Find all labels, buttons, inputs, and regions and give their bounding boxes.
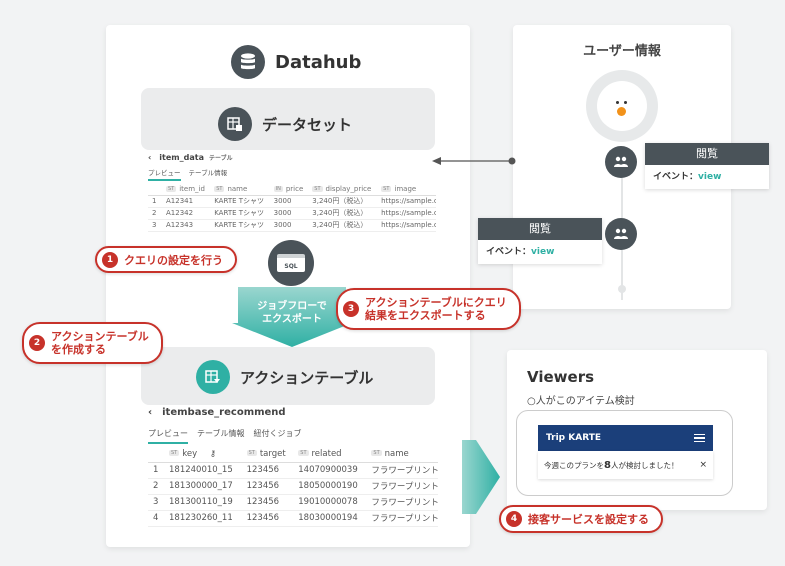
dataset-table: ST item_id ST name IN price ST display_price…: [148, 183, 436, 232]
dataset-table-header: ‹ item_data テーブル: [148, 153, 233, 162]
callout-step-4: 4 接客サービスを設定する: [499, 505, 663, 533]
column-header: ST display_price: [312, 184, 372, 193]
view-event-label: 閲覧: [645, 143, 769, 165]
tab-table-info[interactable]: テーブル情報: [189, 167, 228, 181]
action-table-name: itembase_recommend: [162, 407, 286, 418]
action-table: ST key ⚷ ST target ST related ST name 1 18124…: [148, 446, 438, 527]
avatar-eye-left: [616, 101, 619, 104]
view-event-detail: イベント：view: [653, 172, 722, 182]
dataset-tabs: プレビュー テーブル情報: [148, 167, 227, 181]
table-row: 2 181300000_17 123456 18050000190 フラワープリント: [148, 478, 438, 494]
column-header: ST image: [381, 184, 417, 193]
connector-arrow: [432, 157, 516, 165]
database-icon: [231, 45, 265, 79]
column-header: ST target: [246, 448, 286, 459]
sql-icon: SQL: [268, 240, 314, 286]
viewers-message: 今週このプランを8人が検討しました！: [544, 459, 679, 471]
column-header: ST key ⚷: [169, 448, 217, 459]
view-event-box: 閲覧 イベント：view: [478, 218, 602, 264]
back-chevron-icon[interactable]: ‹: [148, 153, 151, 162]
export-label: ジョブフローで エクスポート: [257, 301, 327, 325]
column-header: ST name: [371, 448, 409, 459]
action-table-tabs: プレビュー テーブル情報 紐付くジョブ: [148, 428, 302, 444]
dataset-title: データセット: [262, 115, 353, 134]
table-row: 4 181230260_11 123456 18030000194 フラワープリント: [148, 510, 438, 526]
datahub-header: Datahub: [231, 45, 361, 79]
timeline-end-dot: [618, 285, 626, 293]
callout-step-1: 1 クエリの設定を行う: [95, 246, 237, 273]
viewers-title: Viewers: [527, 368, 595, 386]
table-header-row: ST item_id ST name IN price ST display_price…: [148, 183, 436, 195]
deliver-arrow: [462, 440, 500, 514]
view-event-label: 閲覧: [478, 218, 602, 240]
hamburger-menu-icon[interactable]: [694, 433, 705, 443]
table-row: 1 181240010_15 123456 14070900039 フラワープリント: [148, 462, 438, 478]
column-header: ST name: [214, 184, 248, 193]
table-row: 1 A12341 KARTE Tシャツ 3000 3,240円（税込） https://s…: [148, 195, 436, 207]
dataset-header: データセット: [218, 107, 352, 141]
tab-preview[interactable]: プレビュー: [148, 428, 188, 444]
dataset-icon: [218, 107, 252, 141]
action-table-title: アクションテーブル: [240, 368, 374, 387]
key-icon: ⚷: [209, 448, 217, 459]
callout-step-3: 3 アクションテーブルにクエリ 結果をエクスポートする: [336, 288, 521, 330]
trip-karte-header: Trip KARTE: [538, 425, 713, 451]
action-table-header: アクションテーブル: [196, 360, 373, 394]
action-table-name-row: ‹ itembase_recommend: [148, 407, 286, 418]
back-chevron-icon[interactable]: ‹: [148, 407, 152, 418]
datahub-card: Datahub データセット ‹ item_data テーブル プレビュー テー…: [106, 25, 470, 547]
table-row: 3 181300110_19 123456 19010000078 フラワープリント: [148, 494, 438, 510]
datahub-title: Datahub: [275, 51, 362, 73]
callout-step-2: 2 アクションテーブル を作成する: [22, 322, 163, 364]
table-header-row: ST key ⚷ ST target ST related ST name: [148, 446, 438, 462]
sql-label: SQL: [284, 263, 298, 270]
brand-name: Trip KARTE: [546, 433, 602, 443]
tab-table-info[interactable]: テーブル情報: [197, 428, 245, 444]
column-header: IN price: [273, 184, 304, 193]
people-icon: [605, 146, 637, 178]
view-event-detail: イベント：view: [486, 247, 555, 257]
avatar-eye-right: [624, 101, 627, 104]
table-row: 3 A12343 KARTE Tシャツ 3000 3,240円（税込） https://s…: [148, 219, 436, 231]
avatar: [597, 81, 647, 131]
user-info-title: ユーザー情報: [583, 44, 661, 59]
dataset-table-tag: テーブル: [208, 155, 233, 162]
viewers-subtitle: ○人がこのアイテム検討: [527, 396, 635, 407]
viewers-message-bar: 今週このプランを8人が検討しました！ ×: [538, 451, 713, 479]
column-header: ST related: [298, 448, 342, 459]
people-icon: [605, 218, 637, 250]
viewers-card: Viewers ○人がこのアイテム検討 Trip KARTE 今週このプランを8…: [507, 350, 767, 510]
tab-linked-jobs[interactable]: 紐付くジョブ: [254, 428, 302, 444]
action-table-icon: [196, 360, 230, 394]
close-icon[interactable]: ×: [699, 460, 707, 470]
viewers-preview-frame: Trip KARTE 今週このプランを8人が検討しました！ ×: [516, 410, 733, 496]
user-avatar-ring: [586, 70, 658, 142]
tab-preview[interactable]: プレビュー: [148, 167, 181, 181]
dataset-table-name: item_data: [159, 153, 204, 162]
table-row: 2 A12342 KARTE Tシャツ 3000 3,240円（税込） https://s…: [148, 207, 436, 219]
column-header: ST item_id: [166, 184, 205, 193]
view-event-box: 閲覧 イベント：view: [645, 143, 769, 189]
avatar-mouth: [617, 107, 626, 116]
